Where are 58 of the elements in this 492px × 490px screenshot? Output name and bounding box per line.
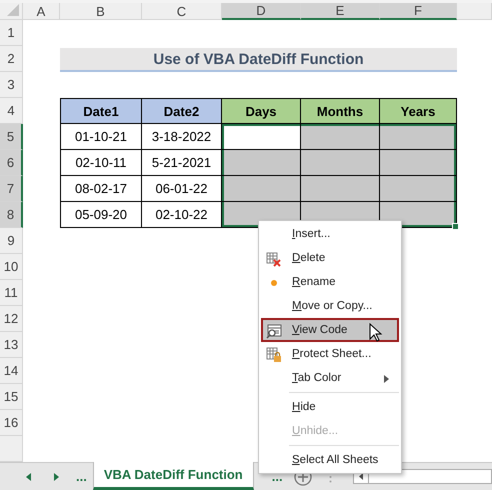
date-cell: 08-02-17 xyxy=(60,176,142,202)
column-header[interactable] xyxy=(457,3,492,20)
date-cell: 5-21-2021 xyxy=(142,150,222,176)
select-all-corner[interactable] xyxy=(0,3,23,20)
delete-sheet-icon xyxy=(266,251,282,267)
fill-handle[interactable] xyxy=(452,223,459,230)
date-cell: 06-01-22 xyxy=(142,176,222,202)
left-arrow-icon xyxy=(358,473,363,480)
menu-item[interactable]: Rename xyxy=(261,270,399,294)
date-cell: 01-10-21 xyxy=(60,124,142,150)
column-header[interactable]: C xyxy=(142,3,222,20)
menu-item[interactable]: Move or Copy... xyxy=(261,294,399,318)
row-header[interactable]: 16 xyxy=(0,410,23,436)
column-header[interactable]: A xyxy=(23,3,60,20)
row-header[interactable]: 10 xyxy=(0,254,23,280)
header-cell: Date2 xyxy=(142,98,222,124)
header-cell: Years xyxy=(380,98,457,124)
date-cell: 3-18-2022 xyxy=(142,124,222,150)
row-header[interactable]: 6 xyxy=(0,150,23,176)
dot-icon xyxy=(271,280,277,286)
row-header[interactable]: 4 xyxy=(0,98,23,124)
menu-item[interactable]: Hide xyxy=(261,395,399,419)
menu-item[interactable]: Insert... xyxy=(261,222,399,246)
menu-item[interactable]: Tab Color xyxy=(261,366,399,390)
column-header[interactable]: E xyxy=(301,3,380,20)
row-header[interactable]: 1 xyxy=(0,20,23,46)
row-header[interactable]: 8 xyxy=(0,202,23,228)
sheet-title: Use of VBA DateDiff Function xyxy=(60,48,457,72)
left-arrow-icon xyxy=(26,472,30,480)
date-cell: 05-09-20 xyxy=(60,202,142,228)
mouse-pointer-icon xyxy=(369,323,383,343)
row-header[interactable]: 5 xyxy=(0,124,23,150)
protect-sheet-icon xyxy=(266,347,282,363)
row-header[interactable]: 15 xyxy=(0,384,23,410)
header-cell: Months xyxy=(301,98,380,124)
view-code-icon xyxy=(266,323,282,339)
row-header[interactable]: 2 xyxy=(0,46,23,72)
row-header[interactable]: 3 xyxy=(0,72,23,98)
right-arrow-icon xyxy=(54,472,58,480)
date-cell: 02-10-11 xyxy=(60,150,142,176)
sheet-tab[interactable]: VBA DateDiff Function xyxy=(92,462,254,490)
menu-item[interactable]: Protect Sheet... xyxy=(261,342,399,366)
column-header[interactable]: D xyxy=(222,3,301,20)
row-header[interactable]: 9 xyxy=(0,228,23,254)
menu-item[interactable]: View Code xyxy=(261,318,399,342)
submenu-arrow-icon xyxy=(384,375,389,383)
more-sheets-button[interactable]: ... xyxy=(70,463,93,490)
row-header[interactable]: 12 xyxy=(0,306,23,332)
row-header[interactable]: 11 xyxy=(0,280,23,306)
menu-item[interactable]: Delete xyxy=(261,246,399,270)
header-cell: Days xyxy=(222,98,301,124)
date-cell: 02-10-22 xyxy=(142,202,222,228)
row-header[interactable]: 13 xyxy=(0,332,23,358)
column-header[interactable]: B xyxy=(60,3,142,20)
header-cell: Date1 xyxy=(60,98,142,124)
row-header[interactable]: 7 xyxy=(0,176,23,202)
row-header[interactable]: 14 xyxy=(0,358,23,384)
column-header[interactable]: F xyxy=(380,3,457,20)
